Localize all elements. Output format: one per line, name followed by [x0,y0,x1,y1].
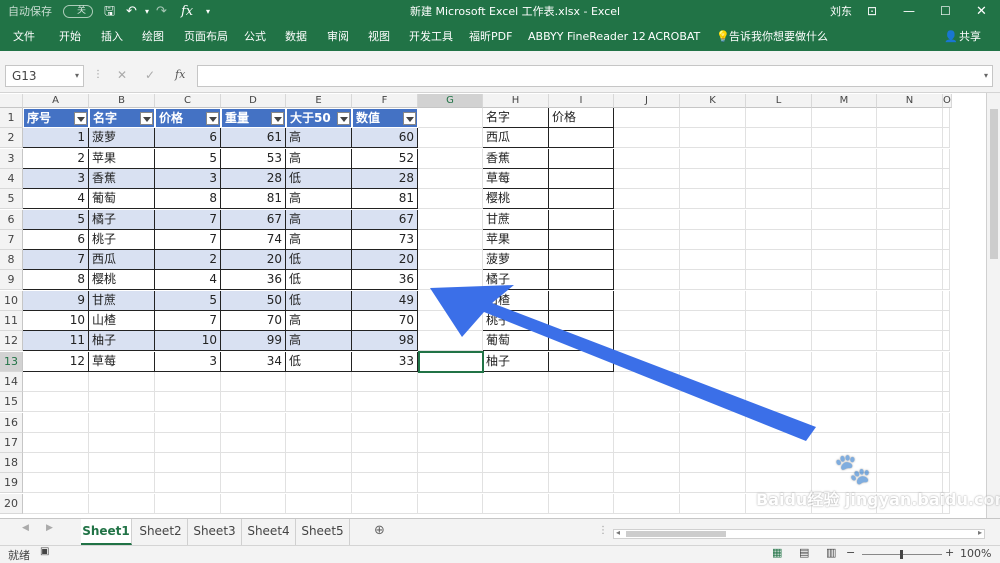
zoom-slider[interactable] [862,550,942,559]
scroll-left-icon[interactable]: ◂ [616,528,620,537]
tab-split-handle[interactable]: ⋮ [598,525,608,536]
zoom-in-icon[interactable]: + [945,546,954,559]
sheet-tab-label: Sheet2 [139,524,182,538]
status-bar: 就绪 ▣ ▦ ▤ ▥ − + 100% [0,545,1000,563]
zoom-out-icon[interactable]: − [846,546,855,559]
horizontal-scroll-thumb[interactable] [626,531,726,537]
sheet-tab-label: Sheet3 [193,524,236,538]
sheet-tab-sheet5[interactable]: Sheet5 [296,519,350,545]
scroll-right-icon[interactable]: ▸ [978,528,982,537]
sheet-tab-label: Sheet5 [301,524,344,538]
sheet-tab-label: Sheet4 [247,524,290,538]
sheet-tab-bar: ◀ ▶ Sheet1 Sheet2 Sheet3 Sheet4 Sheet5 ⊕… [0,518,1000,545]
scroll-tabs-left-icon[interactable]: ◀ [22,523,29,533]
status-ready: 就绪 [8,549,30,562]
sheet-tab-sheet2[interactable]: Sheet2 [134,519,188,545]
zoom-slider-thumb[interactable] [900,550,903,559]
normal-view-icon[interactable]: ▦ [772,546,782,559]
baidu-paw-icon: 🐾 [834,452,872,487]
baidu-watermark: 🐾 Baidu经验 jingyan.baidu.com [756,452,1000,522]
sheet-tab-sheet4[interactable]: Sheet4 [242,519,296,545]
scroll-tabs-right-icon[interactable]: ▶ [46,523,53,533]
baidu-watermark-text: Baidu经验 jingyan.baidu.com [756,490,1000,509]
add-sheet-button[interactable]: ⊕ [374,523,385,538]
sheet-tab-sheet1[interactable]: Sheet1 [81,519,132,545]
zoom-level[interactable]: 100% [960,547,991,560]
sheet-tab-label: Sheet1 [82,524,130,538]
sheet-tab-sheet3[interactable]: Sheet3 [188,519,242,545]
page-break-view-icon[interactable]: ▥ [826,546,836,559]
annotation-arrow-shape [430,285,816,441]
page-layout-view-icon[interactable]: ▤ [799,546,809,559]
macro-record-icon[interactable]: ▣ [40,546,49,557]
horizontal-scrollbar[interactable]: ◂ ▸ [613,528,985,539]
